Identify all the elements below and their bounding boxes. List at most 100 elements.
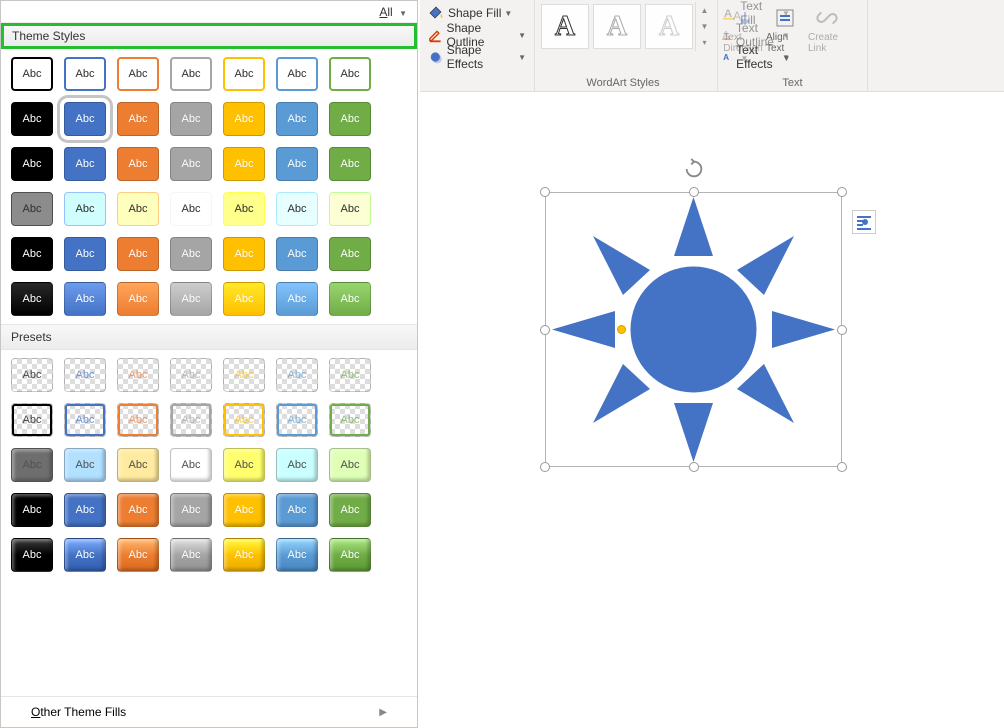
resize-handle-ml[interactable] (540, 325, 550, 335)
preset-style-swatch[interactable]: Abc (11, 448, 53, 482)
adjustment-handle[interactable] (617, 325, 626, 334)
theme-style-swatch[interactable]: Abc (64, 102, 106, 136)
all-filter-link[interactable]: All ▼ (379, 5, 407, 19)
preset-style-swatch[interactable]: Abc (170, 538, 212, 572)
preset-style-swatch[interactable]: Abc (117, 448, 159, 482)
wordart-style-3[interactable]: A (645, 4, 693, 49)
theme-style-swatch[interactable]: Abc (276, 192, 318, 226)
rotate-handle[interactable] (683, 158, 705, 180)
preset-style-swatch[interactable]: Abc (276, 358, 318, 392)
theme-style-swatch[interactable]: Abc (11, 237, 53, 271)
resize-handle-bm[interactable] (689, 462, 699, 472)
theme-style-swatch[interactable]: Abc (276, 57, 318, 91)
theme-style-swatch[interactable]: Abc (329, 237, 371, 271)
preset-style-swatch[interactable]: Abc (329, 358, 371, 392)
preset-style-swatch[interactable]: Abc (11, 493, 53, 527)
theme-style-swatch[interactable]: Abc (170, 282, 212, 316)
preset-style-swatch[interactable]: Abc (11, 403, 53, 437)
theme-style-swatch[interactable]: Abc (223, 57, 265, 91)
preset-style-swatch[interactable]: Abc (223, 358, 265, 392)
layout-options-button[interactable] (852, 210, 876, 234)
theme-style-swatch[interactable]: Abc (276, 147, 318, 181)
theme-style-swatch[interactable]: Abc (64, 192, 106, 226)
preset-style-swatch[interactable]: Abc (329, 448, 371, 482)
preset-style-swatch[interactable]: Abc (276, 448, 318, 482)
preset-style-swatch[interactable]: Abc (223, 403, 265, 437)
theme-style-swatch[interactable]: Abc (276, 102, 318, 136)
preset-style-swatch[interactable]: Abc (170, 358, 212, 392)
preset-style-swatch[interactable]: Abc (276, 403, 318, 437)
theme-style-swatch[interactable]: Abc (170, 147, 212, 181)
wordart-scroll-up[interactable]: ▲ (696, 2, 713, 18)
theme-style-swatch[interactable]: Abc (329, 282, 371, 316)
theme-style-swatch[interactable]: Abc (117, 192, 159, 226)
preset-style-swatch[interactable]: Abc (223, 493, 265, 527)
preset-style-swatch[interactable]: Abc (170, 493, 212, 527)
preset-style-swatch[interactable]: Abc (11, 358, 53, 392)
theme-style-swatch[interactable]: Abc (117, 282, 159, 316)
theme-style-swatch[interactable]: Abc (170, 57, 212, 91)
preset-style-swatch[interactable]: Abc (223, 448, 265, 482)
preset-style-swatch[interactable]: Abc (276, 538, 318, 572)
theme-style-swatch[interactable]: Abc (117, 57, 159, 91)
align-text-button[interactable]: Align Text ▼ (764, 2, 806, 75)
resize-handle-mr[interactable] (837, 325, 847, 335)
theme-style-swatch[interactable]: Abc (170, 237, 212, 271)
preset-style-swatch[interactable]: Abc (329, 403, 371, 437)
preset-style-swatch[interactable]: Abc (117, 538, 159, 572)
theme-style-swatch[interactable]: Abc (117, 237, 159, 271)
resize-handle-br[interactable] (837, 462, 847, 472)
preset-style-swatch[interactable]: Abc (117, 358, 159, 392)
preset-style-swatch[interactable]: Abc (64, 358, 106, 392)
resize-handle-tm[interactable] (689, 187, 699, 197)
preset-style-swatch[interactable]: Abc (64, 538, 106, 572)
theme-style-swatch[interactable]: Abc (117, 147, 159, 181)
theme-style-swatch[interactable]: Abc (64, 237, 106, 271)
theme-style-swatch[interactable]: Abc (223, 282, 265, 316)
preset-style-swatch[interactable]: Abc (11, 538, 53, 572)
create-link-button[interactable]: Create Link (806, 2, 848, 75)
theme-style-swatch[interactable]: Abc (64, 147, 106, 181)
text-direction-button[interactable]: A Text Direction ▼ (722, 2, 764, 75)
wordart-style-1[interactable]: A (541, 4, 589, 49)
shape-effects-button[interactable]: Shape Effects ▼ (424, 46, 530, 68)
preset-style-swatch[interactable]: Abc (117, 493, 159, 527)
theme-style-swatch[interactable]: Abc (11, 57, 53, 91)
preset-style-swatch[interactable]: Abc (329, 538, 371, 572)
preset-style-swatch[interactable]: Abc (64, 448, 106, 482)
preset-style-swatch[interactable]: Abc (329, 493, 371, 527)
wordart-expand[interactable]: ▾ (696, 35, 713, 51)
theme-style-swatch[interactable]: Abc (11, 282, 53, 316)
theme-style-swatch[interactable]: Abc (276, 282, 318, 316)
preset-style-swatch[interactable]: Abc (223, 538, 265, 572)
theme-style-swatch[interactable]: Abc (170, 102, 212, 136)
theme-style-swatch[interactable]: Abc (223, 147, 265, 181)
preset-style-swatch[interactable]: Abc (117, 403, 159, 437)
resize-handle-tl[interactable] (540, 187, 550, 197)
theme-style-swatch[interactable]: Abc (11, 102, 53, 136)
theme-style-swatch[interactable]: Abc (329, 147, 371, 181)
theme-style-swatch[interactable]: Abc (11, 192, 53, 226)
theme-style-swatch[interactable]: Abc (64, 57, 106, 91)
wordart-style-2[interactable]: A (593, 4, 641, 49)
theme-style-swatch[interactable]: Abc (223, 192, 265, 226)
preset-style-swatch[interactable]: Abc (170, 403, 212, 437)
preset-style-swatch[interactable]: Abc (170, 448, 212, 482)
resize-handle-bl[interactable] (540, 462, 550, 472)
preset-style-swatch[interactable]: Abc (64, 403, 106, 437)
theme-style-swatch[interactable]: Abc (329, 57, 371, 91)
theme-style-swatch[interactable]: Abc (329, 192, 371, 226)
wordart-scroll-down[interactable]: ▼ (696, 18, 713, 34)
resize-handle-tr[interactable] (837, 187, 847, 197)
preset-style-swatch[interactable]: Abc (276, 493, 318, 527)
selected-shape[interactable] (545, 192, 842, 467)
other-theme-fills-link[interactable]: Other Theme Fills ▶ (1, 696, 417, 727)
document-canvas[interactable] (420, 92, 1004, 728)
theme-style-swatch[interactable]: Abc (117, 102, 159, 136)
theme-style-swatch[interactable]: Abc (223, 102, 265, 136)
theme-style-swatch[interactable]: Abc (329, 102, 371, 136)
theme-style-swatch[interactable]: Abc (276, 237, 318, 271)
theme-style-swatch[interactable]: Abc (64, 282, 106, 316)
theme-style-swatch[interactable]: Abc (170, 192, 212, 226)
theme-style-swatch[interactable]: Abc (223, 237, 265, 271)
